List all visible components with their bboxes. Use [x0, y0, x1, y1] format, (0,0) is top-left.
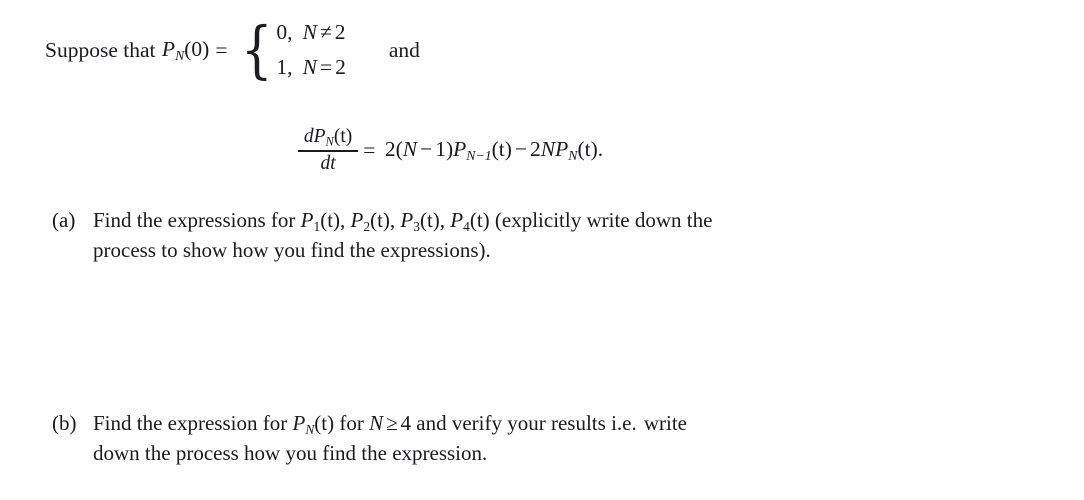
item-b-line1-mid: for	[334, 411, 370, 435]
item-b-line2: down the process how you find the expres…	[93, 440, 488, 465]
derivative-fraction: dPN(t) dt	[298, 126, 359, 175]
problem-item-a: (a) Find the expressions for P1(t), P2(t…	[52, 206, 932, 266]
case-row-1: 0, N ≠ 2	[276, 20, 346, 44]
function-PN: PN(t)	[292, 411, 335, 437]
equation-right-hand-side: 2(N −1)PN−1(t) −2NPN(t).	[384, 137, 604, 163]
left-brace-icon: {	[240, 12, 273, 86]
cases-block: { 0, N ≠ 2 1, N = 2	[237, 12, 346, 86]
separator-3: ,	[439, 208, 451, 232]
item-b-body: Find the expression for PN(t) for N ≥4 an…	[93, 409, 932, 469]
equation-equals-sign: =	[363, 137, 376, 162]
initial-condition-line: Suppose that PN(0) = { 0, N ≠ 2 1, N = 2 and	[45, 12, 420, 86]
item-a-line2: process to show how you find the express…	[93, 237, 491, 262]
item-a-body: Find the expressions for P1(t), P2(t), P…	[93, 206, 932, 266]
function-symbol-P: PN(0)	[161, 36, 210, 63]
variable-N: N	[369, 411, 384, 435]
fraction-numerator: dPN(t)	[303, 126, 353, 149]
item-a-tag: (a)	[52, 208, 76, 232]
case-row-2: 1, N = 2	[276, 55, 346, 79]
item-b-line1-post-b: write	[643, 411, 688, 435]
bound-value: 4	[400, 411, 412, 435]
lead-text: Suppose that	[45, 37, 156, 62]
function-P4: P4(t)	[450, 208, 490, 234]
separator-1: ,	[340, 208, 351, 232]
function-argument: (0)	[184, 36, 210, 61]
subscript-N-minus-1: N−1	[466, 147, 492, 163]
differential-equation: dPN(t) dt = 2(N −1)PN−1(t) −2NPN(t).	[298, 126, 603, 175]
item-a-line1-post: (explicitly write down the	[494, 208, 713, 232]
function-P2: P2(t)	[350, 208, 390, 234]
cases-rows: 0, N ≠ 2 1, N = 2	[274, 20, 345, 80]
item-a-line1-pre: Find the expressions for	[93, 208, 301, 232]
fraction-denominator: dt	[320, 152, 336, 174]
greater-equal-sign: ≥	[386, 411, 398, 435]
subscript-N: N	[175, 47, 185, 63]
item-b-line1-pre: Find the expression for	[93, 411, 293, 435]
function-P3: P3(t)	[400, 208, 440, 234]
item-b-line1-post-a: and verify your results i.e.	[411, 411, 637, 435]
item-b-tag: (b)	[52, 411, 77, 435]
function-P1: P1(t)	[300, 208, 341, 234]
conjunction-and: and	[388, 37, 420, 62]
equals-sign: =	[215, 37, 228, 62]
problem-item-b: (b) Find the expression for PN(t) for N ≥…	[52, 409, 932, 469]
separator-2: ,	[389, 208, 401, 232]
